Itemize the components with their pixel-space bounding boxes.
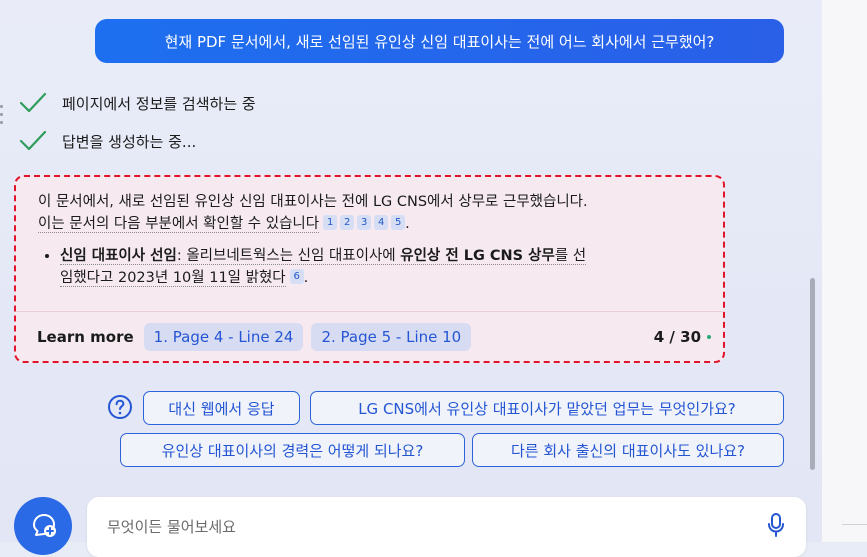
answer-line-1: 이 문서에서, 새로 선임된 유인상 신임 대표이사는 전에 LG CNS에서 … [38, 194, 588, 210]
user-message-text: 현재 PDF 문서에서, 새로 선임된 유인상 신임 대표이사는 전에 어느 회… [164, 32, 715, 51]
bullet-bold-2: 유인상 전 LG CNS 상무 [400, 248, 555, 264]
suggestion-question-3[interactable]: 다른 회사 출신의 대표이사도 있나요? [472, 433, 784, 467]
microphone-icon[interactable] [767, 513, 785, 537]
checkmark-icon [19, 92, 47, 113]
answer-line-2-text: 이는 문서의 다음 부분에서 확인할 수 있습니다 [38, 216, 320, 233]
answer-line-2: 이는 문서의 다음 부분에서 확인할 수 있습니다 1 2 3 4 5 . [38, 213, 718, 235]
progress-step-label: 답변을 생성하는 중... [62, 132, 197, 151]
new-chat-icon [33, 514, 56, 537]
suggestion-question-2[interactable]: 유인상 대표이사의 경력은 어떻게 되나요? [120, 433, 465, 467]
suggestion-question-1[interactable]: LG CNS에서 유인상 대표이사가 맡았던 업무는 무엇인가요? [310, 391, 784, 425]
answer-body: 이 문서에서, 새로 선임된 유인상 신임 대표이사는 전에 LG CNS에서 … [38, 191, 718, 289]
checkmark-icon [19, 130, 47, 151]
citation-badge[interactable]: 1 [323, 215, 338, 230]
status-dot [707, 335, 711, 339]
citation-badge[interactable]: 3 [357, 215, 372, 230]
resize-handle[interactable] [0, 105, 4, 129]
scrollbar[interactable] [810, 278, 815, 470]
citation-group: 6 [289, 267, 304, 284]
chat-input[interactable]: 무엇이든 물어보세요 [87, 497, 806, 557]
citation-badge[interactable]: 2 [340, 215, 355, 230]
response-count-text: 4 / 30 [653, 328, 701, 346]
bullet-bold-1: 신임 대표이사 선임 [60, 248, 177, 264]
citation-badge[interactable]: 6 [289, 269, 304, 284]
response-count: 4 / 30 [654, 328, 711, 346]
answer-card: 이 문서에서, 새로 선임된 유인상 신임 대표이사는 전에 LG CNS에서 … [14, 175, 725, 363]
learn-more-row: Learn more 1. Page 4 - Line 24 2. Page 5… [37, 322, 711, 352]
new-topic-button[interactable] [14, 497, 72, 555]
citation-group: 1 2 3 4 5 [323, 213, 406, 230]
divider [842, 524, 867, 525]
progress-step-search: 페이지에서 정보를 검색하는 중 [18, 88, 256, 118]
bullet-text-2: 를 선 [554, 248, 587, 264]
question-icon [108, 395, 132, 419]
progress-step-label: 페이지에서 정보를 검색하는 중 [62, 94, 256, 113]
suggestion-web-answer[interactable]: 대신 웹에서 응답 [143, 391, 300, 425]
source-link-1[interactable]: 1. Page 4 - Line 24 [143, 323, 304, 351]
source-link-2[interactable]: 2. Page 5 - Line 10 [311, 323, 472, 351]
right-panel [822, 0, 867, 542]
citation-badge[interactable]: 4 [374, 215, 389, 230]
bullet-line-2: 임했다고 2023년 10월 11일 밝혔다 [60, 270, 286, 287]
bullet-item: 신임 대표이사 선임: 올리브네트웍스는 신임 대표이사에 유인상 전 LG C… [60, 245, 718, 289]
citation-badge[interactable]: 5 [391, 215, 406, 230]
divider [16, 311, 723, 312]
user-message-bubble: 현재 PDF 문서에서, 새로 선임된 유인상 신임 대표이사는 전에 어느 회… [95, 19, 784, 63]
learn-more-label: Learn more [37, 328, 134, 346]
bullet-text: 신임 대표이사 선임: 올리브네트웍스는 신임 대표이사에 유인상 전 LG C… [60, 248, 587, 265]
chat-input-placeholder: 무엇이든 물어보세요 [107, 518, 236, 536]
answer-bullets: 신임 대표이사 선임: 올리브네트웍스는 신임 대표이사에 유인상 전 LG C… [38, 245, 718, 289]
progress-step-generate: 답변을 생성하는 중... [18, 126, 196, 156]
bullet-text-1: : 올리브네트웍스는 신임 대표이사에 [176, 248, 401, 264]
